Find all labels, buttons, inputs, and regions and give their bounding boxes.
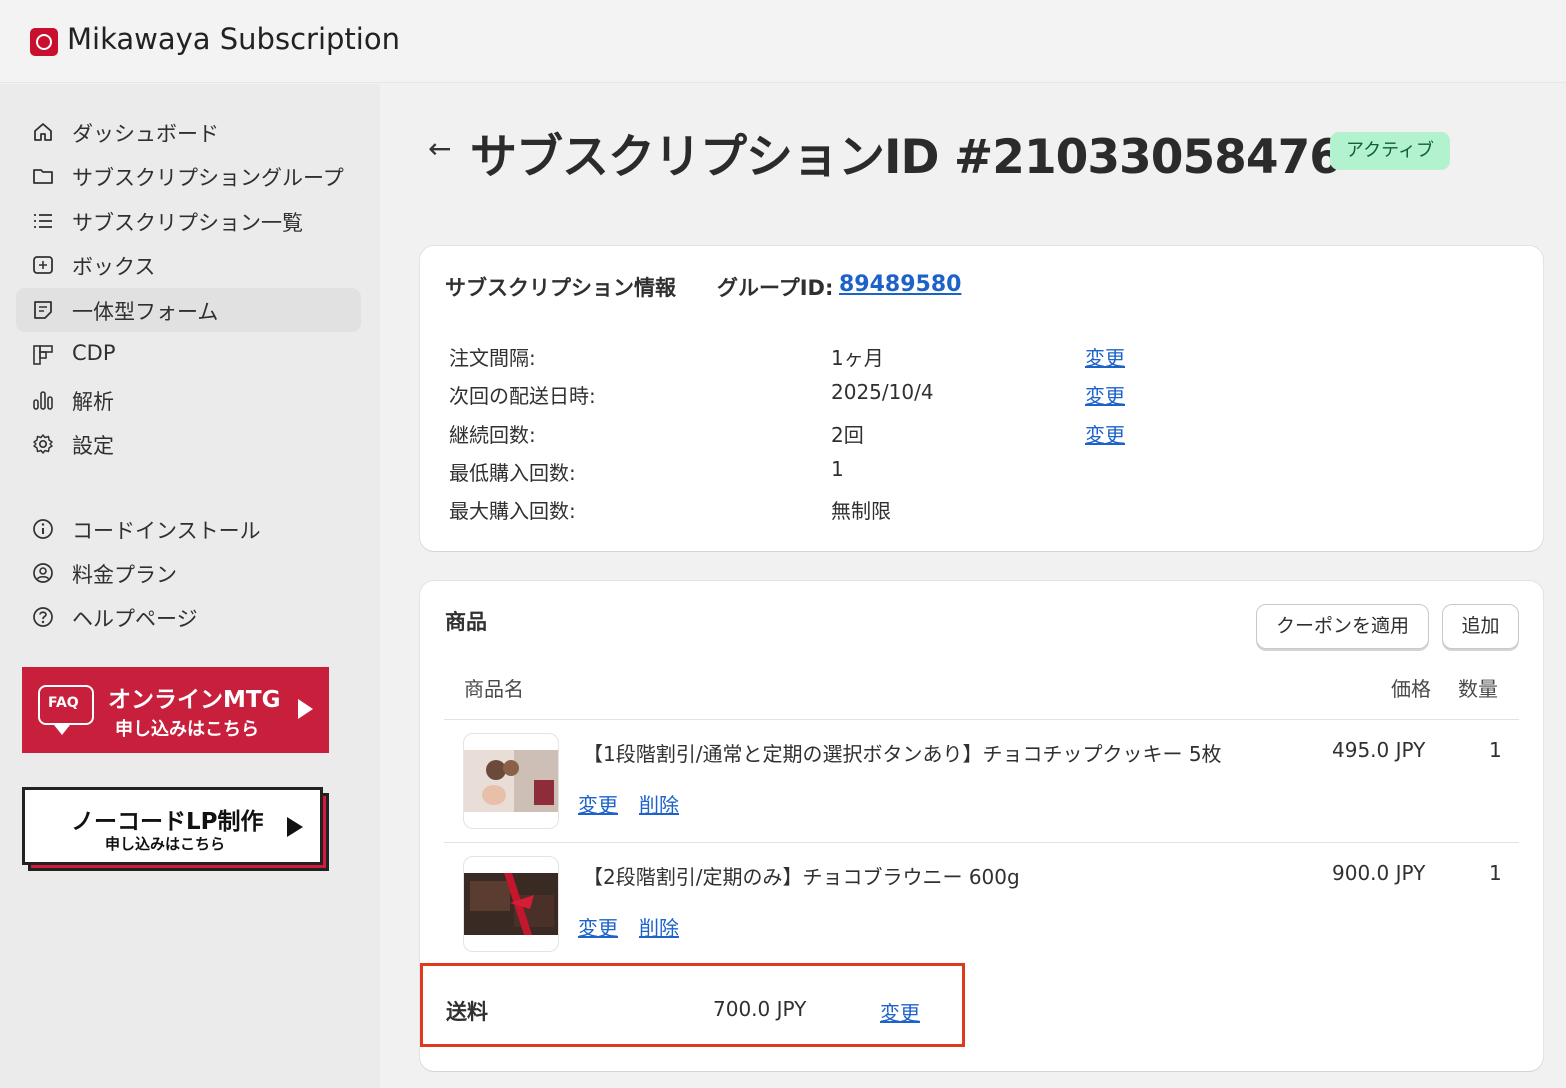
shipping-value: 700.0 JPY (713, 997, 807, 1021)
sidebar-item-form[interactable]: 一体型フォーム (16, 288, 361, 332)
column-header-qty: 数量 (1458, 677, 1498, 701)
next-delivery-label: 次回の配送日時: (449, 384, 596, 408)
sidebar-item-label: CDP (72, 341, 116, 365)
sidebar-item-label: 一体型フォーム (72, 300, 219, 324)
sidebar-item-label: コードインストール (72, 519, 261, 543)
play-arrow-icon (287, 817, 303, 837)
info-heading: サブスクリプション情報 (445, 276, 676, 300)
min-purchase-value: 1 (831, 457, 844, 481)
next-delivery-value: 2025/10/4 (831, 380, 934, 404)
status-badge: アクティブ (1330, 132, 1450, 170)
gear-icon (33, 434, 53, 454)
divider (444, 842, 1519, 843)
product-thumbnail-brownie (463, 856, 559, 952)
play-arrow-icon (298, 699, 313, 719)
sidebar-item-label: ダッシュボード (72, 122, 219, 146)
column-header-price: 価格 (1391, 677, 1431, 701)
product-thumbnail-cookie (463, 733, 559, 829)
app-title: Mikawaya Subscription (67, 22, 400, 56)
lp-banner-title: ノーコードLP制作 (71, 809, 264, 835)
group-id-label: グループID: (717, 276, 834, 300)
back-arrow-icon[interactable]: ← (428, 132, 451, 165)
product-name: 【1段階割引/通常と定期の選択ボタンあり】チョコチップクッキー 5枚 (583, 742, 1222, 766)
sidebar-item-label: ボックス (72, 255, 156, 279)
folder-icon (33, 169, 53, 184)
mikawaya-logo-icon (30, 28, 58, 56)
product-qty: 1 (1489, 861, 1502, 885)
sidebar-item-cdp[interactable]: CDP (16, 333, 361, 377)
continuation-count-label: 継続回数: (449, 423, 536, 447)
shipping-label: 送料 (446, 1000, 488, 1024)
apply-coupon-button[interactable]: クーポンを適用 (1256, 604, 1429, 649)
max-purchase-label: 最大購入回数: (449, 499, 576, 523)
lp-banner-subtitle: 申し込みはこちら (105, 835, 226, 853)
help-icon (33, 607, 53, 627)
online-mtg-banner[interactable]: FAQ オンラインMTG 申し込みはこちら (22, 667, 329, 753)
sidebar-item-analytics[interactable]: 解析 (16, 378, 361, 422)
bar-chart-icon (33, 391, 53, 410)
faq-chat-icon: FAQ (38, 685, 94, 735)
mtg-banner-title: オンラインMTG (108, 687, 281, 713)
max-purchase-value: 無制限 (831, 499, 891, 523)
product-qty: 1 (1489, 738, 1502, 762)
sidebar-item-pricing[interactable]: 料金プラン (16, 551, 361, 595)
top-bar: Mikawaya Subscription (0, 0, 1566, 83)
info-icon (33, 519, 53, 539)
next-delivery-change-link[interactable]: 変更 (1085, 380, 1125, 409)
sidebar-item-box[interactable]: ボックス (16, 243, 361, 287)
sidebar-item-code-install[interactable]: コードインストール (16, 507, 361, 551)
continuation-count-change-link[interactable]: 変更 (1085, 419, 1125, 448)
sidebar-item-subscription-groups[interactable]: サブスクリプショングループ (16, 154, 361, 198)
shipping-change-link[interactable]: 変更 (880, 997, 920, 1026)
product-change-link[interactable]: 変更 (578, 789, 618, 818)
page-title: サブスクリプションID #21033058476 (470, 130, 1342, 185)
column-header-name: 商品名 (464, 677, 524, 701)
form-icon (34, 301, 52, 319)
sidebar-item-label: ヘルプページ (72, 607, 198, 631)
grid-icon (33, 345, 53, 365)
cookie-image-icon (464, 750, 558, 812)
brownie-image-icon (464, 873, 558, 935)
order-interval-label: 注文間隔: (449, 346, 536, 370)
shipping-fee-highlight: 送料 700.0 JPY 変更 (420, 963, 965, 1047)
list-icon (34, 214, 52, 228)
order-interval-value: 1ヶ月 (831, 346, 884, 370)
divider (444, 719, 1519, 720)
sidebar-item-label: サブスクリプショングループ (72, 166, 344, 190)
product-price: 495.0 JPY (1332, 738, 1426, 762)
sidebar-item-label: サブスクリプション一覧 (72, 211, 303, 235)
product-change-link[interactable]: 変更 (578, 912, 618, 941)
mtg-banner-subtitle: 申し込みはこちら (115, 719, 259, 740)
continuation-count-value: 2回 (831, 423, 864, 447)
sidebar-item-label: 料金プラン (72, 563, 177, 587)
sidebar-item-subscription-list[interactable]: サブスクリプション一覧 (16, 199, 361, 243)
add-product-button[interactable]: 追加 (1442, 604, 1519, 649)
home-icon (34, 123, 52, 141)
sidebar-item-help[interactable]: ヘルプページ (16, 595, 361, 639)
product-name: 【2段階割引/定期のみ】チョコブラウニー 600g (583, 865, 1020, 889)
products-card: 商品 クーポンを適用 追加 商品名 価格 数量 【1段階割引/通常と定期の選択ボ… (420, 581, 1543, 1071)
product-delete-link[interactable]: 削除 (639, 789, 679, 818)
sidebar-item-label: 設定 (72, 434, 114, 458)
sidebar: ダッシュボード サブスクリプショングループ サブスクリプション一覧 ボックス 一… (0, 84, 380, 1088)
product-price: 900.0 JPY (1332, 861, 1426, 885)
sidebar-item-label: 解析 (72, 390, 114, 414)
min-purchase-label: 最低購入回数: (449, 461, 576, 485)
products-heading: 商品 (445, 610, 487, 634)
box-icon (33, 256, 53, 274)
user-circle-icon (33, 563, 53, 583)
sidebar-item-settings[interactable]: 設定 (16, 422, 361, 466)
subscription-info-card: サブスクリプション情報 グループID: 89489580 注文間隔: 1ヶ月 変… (420, 246, 1543, 551)
order-interval-change-link[interactable]: 変更 (1085, 342, 1125, 371)
sidebar-item-dashboard[interactable]: ダッシュボード (16, 110, 361, 154)
product-delete-link[interactable]: 削除 (639, 912, 679, 941)
nocode-lp-banner[interactable]: ノーコードLP制作 申し込みはこちら (22, 787, 329, 871)
group-id-link[interactable]: 89489580 (839, 272, 961, 297)
